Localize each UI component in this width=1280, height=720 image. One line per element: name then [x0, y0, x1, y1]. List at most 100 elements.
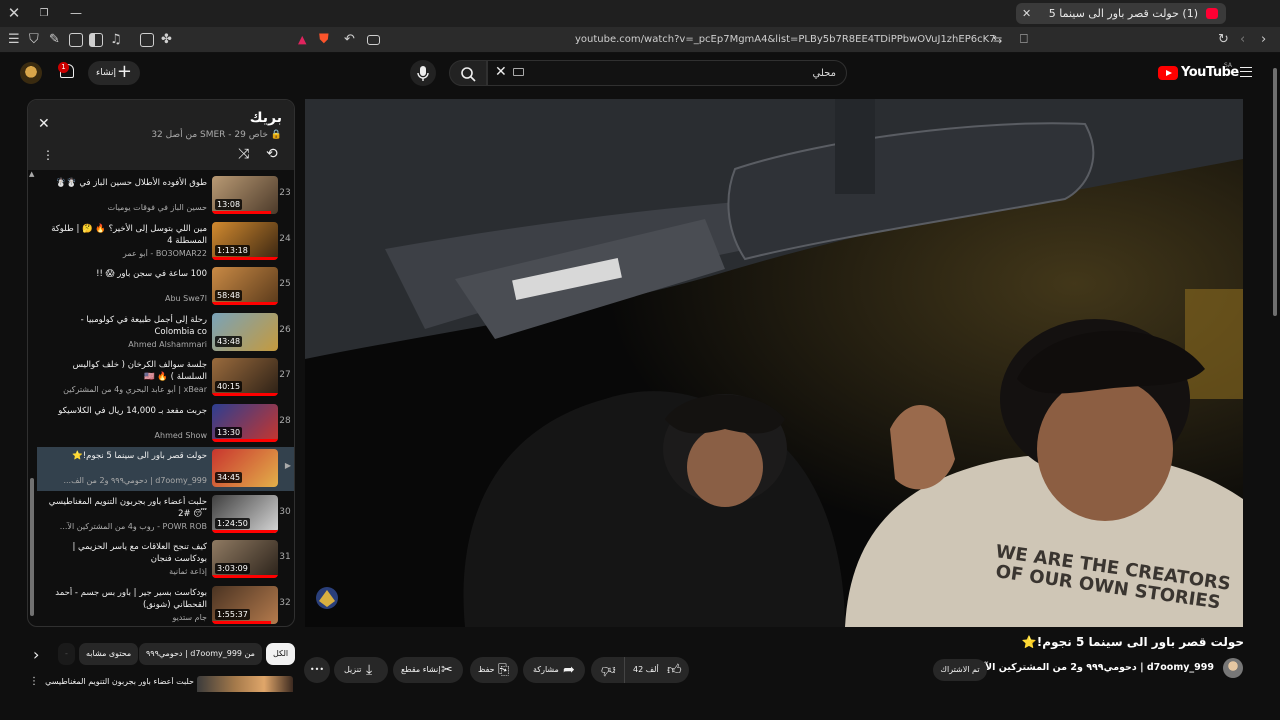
like-button[interactable]: 42 ألف 👍︎	[629, 657, 689, 683]
watch-progress-bar	[212, 393, 278, 396]
duration-badge: 13:08	[215, 199, 243, 210]
keyboard-icon[interactable]	[513, 68, 524, 76]
playlist-item-channel: xBear | أبو عابد البحري و4 من المشتركين	[63, 385, 207, 394]
playlist-item[interactable]: 27 40:15 جلسة سوالف الكرخان ( خلف كواليس ا…	[37, 356, 294, 400]
playlist-item-index: 28	[279, 415, 291, 426]
playlist-item[interactable]: 28 13:30 جربت مفعد بـ 14,000 ريال في الكلا…	[37, 402, 294, 446]
browser-tab-youtube[interactable]: ✕ (1) حولت قصر باور الى سينما 5	[1016, 3, 1226, 24]
warning-icon[interactable]: ▲	[298, 27, 306, 53]
search-button[interactable]	[449, 60, 487, 86]
tab-title: (1) حولت قصر باور الى سينما 5	[1048, 7, 1198, 20]
reload-icon[interactable]: ↻	[1218, 27, 1229, 53]
scroll-up-icon[interactable]: ▲	[29, 170, 34, 178]
youtube-favicon-icon	[1206, 8, 1218, 19]
playlist-item[interactable]: 30 1:24:50 حلبت أعضاء باور بجربون التنويم …	[37, 493, 294, 537]
playlist-item[interactable]: 31 3:03:09 كيف تنجح العلاقات مع ياسر الحزي…	[37, 538, 294, 582]
shield-icon[interactable]: ⛉	[29, 27, 39, 53]
pen-icon[interactable]: ✎	[49, 27, 60, 53]
bookmark-icon[interactable]: ⎕	[1020, 27, 1028, 53]
save-button[interactable]: حفظ ⎘	[470, 657, 518, 683]
playlist-item-index: 27	[279, 370, 291, 380]
guide-menu-icon[interactable]	[1240, 67, 1252, 77]
music-icon[interactable]: ♫	[110, 27, 122, 53]
duration-badge: 34:45	[215, 472, 243, 483]
channel-avatar[interactable]	[1223, 658, 1243, 678]
account-avatar[interactable]	[20, 62, 42, 84]
playlist-item[interactable]: 23 13:08 طوق الأفوده الأطلال حسين الباز في…	[37, 174, 294, 218]
playlist-item-thumbnail: 3:03:09	[212, 540, 278, 578]
playlist-item[interactable]: 26 43:48 رحلة إلى أجمل طبيعة في كولومبيا -…	[37, 311, 294, 355]
sidebar-toggle-icon[interactable]	[89, 33, 103, 47]
playlist-item-thumbnail: 1:24:50	[212, 494, 278, 533]
tabs-icon[interactable]	[69, 33, 83, 47]
playlist-item-current[interactable]: ▶ 34:45 حولت قصر باور الى سينما 5 نجوم!⭐ d7…	[37, 447, 294, 491]
save-label: حفظ	[478, 665, 495, 674]
forward-icon[interactable]: ›	[1261, 27, 1266, 53]
loop-icon[interactable]: ⟲	[266, 146, 278, 162]
minimize-window-icon[interactable]: —	[66, 0, 86, 27]
chip-all[interactable]: الكل	[266, 643, 296, 665]
address-bar[interactable]: youtube.com/watch?v=_pcEp7MgmA4&list=PLB…	[575, 27, 995, 53]
video-title: حولت قصر باور الى سينما 5 نجوم!⭐	[1021, 635, 1244, 649]
close-tab-icon[interactable]: ✕	[1022, 3, 1031, 24]
download-label: تنزيل	[344, 665, 362, 674]
playlist-item-title: جربت مفعد بـ 14,000 ريال في الكلاسيكو	[58, 405, 207, 416]
clip-button[interactable]: إنشاء مقطع ✂	[393, 657, 463, 683]
dislike-button[interactable]: 👍︎	[591, 657, 625, 683]
playlist-item[interactable]: 24 1:13:18 مين اللي بتوسل إلى الأخير؟ 🔥 🤔 …	[37, 220, 294, 264]
back-icon[interactable]: ‹	[1240, 27, 1245, 53]
save-icon: ⎘	[498, 662, 510, 678]
more-vert-icon[interactable]: ⋮	[29, 676, 39, 687]
channel-watermark-icon[interactable]	[313, 585, 341, 611]
undo-icon[interactable]: ↶	[344, 27, 355, 53]
download-button[interactable]: تنزيل ⤓	[334, 657, 388, 683]
window-icon[interactable]	[140, 33, 154, 47]
shuffle-icon[interactable]: ⤨	[238, 146, 249, 162]
create-button[interactable]: إنشاء +	[88, 61, 140, 85]
chip-related[interactable]: محتوى مشابه	[79, 643, 139, 665]
chevron-right-icon[interactable]: ›	[33, 645, 39, 664]
playlist-item-thumbnail: 58:48	[212, 267, 278, 305]
page-scrollbar[interactable]	[1270, 60, 1280, 690]
channel-name[interactable]: d7oomy_999 | دحومي٩٩٩ و2 من المشتركين ال…	[960, 662, 1214, 673]
close-icon[interactable]: ✕	[38, 116, 50, 132]
more-vert-icon[interactable]: ⋮	[42, 148, 54, 162]
playlist-item-channel: BO3OMAR22 - أبو عمر	[122, 248, 207, 258]
playlist-item-thumbnail: 40:15	[212, 358, 278, 396]
subscribe-button[interactable]: تم الاشتراك	[933, 659, 987, 681]
playlist-item-channel: حسين الباز في فوقات يوميات	[107, 203, 207, 212]
playlist-item-title: 100 ساعة في سجن باور 😱 !!	[96, 269, 207, 279]
youtube-logo[interactable]: YouTube SA	[1158, 62, 1239, 82]
clear-search-icon[interactable]: ✕	[495, 64, 507, 80]
screen-icon[interactable]	[367, 35, 380, 45]
watch-progress-bar	[212, 256, 278, 260]
playlist-item-title: بودكاست بسير جير | باور بس جسم - أحمد ال…	[55, 587, 207, 610]
playlist-scrollbar[interactable]	[30, 478, 34, 616]
sidebar-menu-icon[interactable]: ☰	[8, 27, 20, 53]
plus-icon: +	[116, 61, 132, 82]
site-settings-icon[interactable]: ⇆	[993, 27, 1002, 53]
scissors-icon: ✂	[441, 662, 453, 678]
next-video-preview[interactable]: ⋮ حلبت أعضاء باور بجربون التنويم المغناط…	[27, 676, 295, 692]
restore-window-icon[interactable]: ❐	[34, 0, 54, 27]
page-scrollbar-thumb[interactable]	[1273, 68, 1277, 316]
brave-shield-icon[interactable]: ⛊	[319, 27, 329, 53]
share-button[interactable]: مشاركة ➦	[523, 657, 585, 683]
duration-badge: 13:30	[215, 426, 243, 438]
chip-from-channel[interactable]: من d7oomy_999 | دحومي٩٩٩	[139, 643, 262, 665]
share-icon: ➦	[563, 662, 575, 678]
playlist-item-index: 23	[279, 188, 291, 198]
playlist-item[interactable]: 32 1:55:37 بودكاست بسير جير | باور بس جسم …	[37, 584, 294, 627]
playlist-item-thumbnail: 13:08	[212, 176, 278, 214]
close-window-icon[interactable]: ✕	[4, 0, 24, 27]
voice-search-button[interactable]	[410, 60, 436, 86]
playlist-title[interactable]: بريك	[250, 110, 282, 126]
playlist-item[interactable]: 25 58:48 100 ساعة في سجن باور 😱 !! Abu Swe7…	[37, 265, 294, 309]
playlist-panel: بريك 🔒 خاص SMER - 29 من أصل 32 ✕ ⋮ ⤨ ⟲ ▲…	[27, 99, 295, 627]
extensions-icon[interactable]: ✤	[161, 27, 172, 53]
video-player[interactable]: WE ARE THE CREATORS OF OUR OWN STORIES	[305, 99, 1243, 627]
search-icon	[461, 67, 476, 82]
more-actions-button[interactable]: •••	[304, 657, 330, 683]
search-input[interactable]: محلي	[487, 60, 847, 86]
playlist-item-index: 24	[279, 233, 291, 244]
